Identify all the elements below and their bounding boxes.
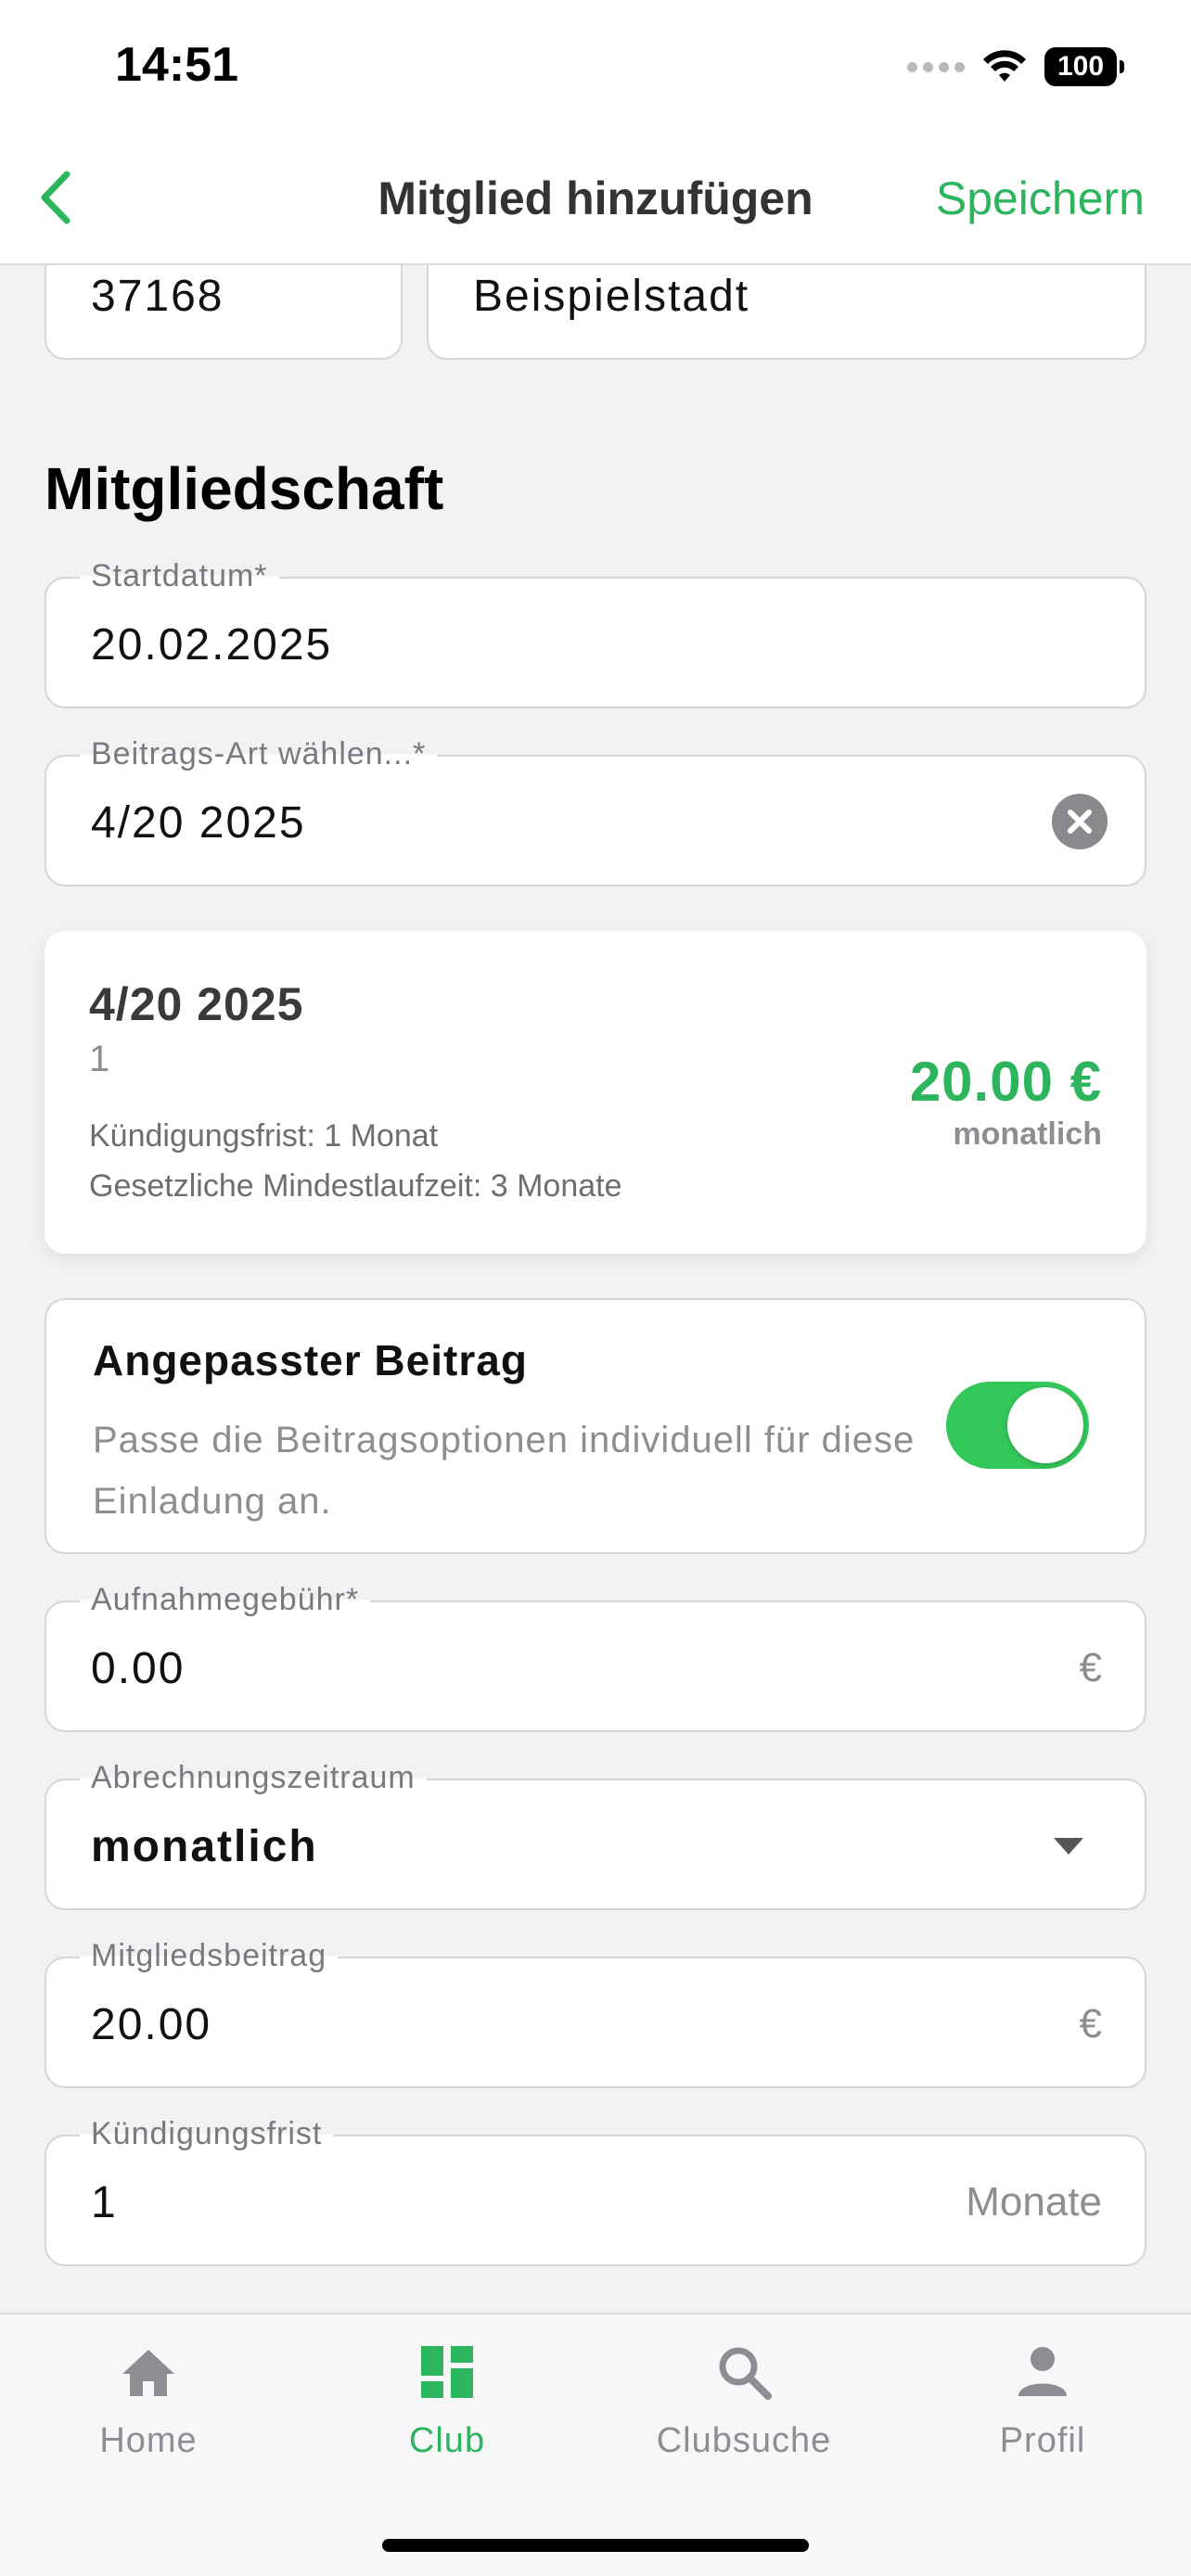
- dropdown-arrow-icon: [1054, 1838, 1083, 1855]
- tab-home-label: Home: [99, 2421, 198, 2460]
- fee-type-card: 4/20 2025 1 Kündigungsfrist: 1 Monat Ges…: [45, 931, 1146, 1254]
- fee-card-price: 20.00 €: [909, 1051, 1102, 1113]
- tab-profil-label: Profil: [999, 2421, 1086, 2460]
- notice-period-label: Kündigungsfrist: [80, 2116, 334, 2152]
- dashboard-icon: [421, 2346, 473, 2398]
- tab-clubsuche[interactable]: Clubsuche: [651, 2342, 837, 2461]
- home-icon: [122, 2350, 174, 2396]
- city-value: Beispielstadt: [473, 272, 750, 321]
- admission-fee-field[interactable]: Aufnahmegebühr* 0.00 €: [45, 1582, 1146, 1732]
- save-button[interactable]: Speichern: [936, 172, 1145, 225]
- home-indicator: [382, 2539, 809, 2552]
- notice-period-field[interactable]: Kündigungsfrist 1 Monate: [45, 2116, 1146, 2266]
- euro-suffix: €: [1079, 1645, 1102, 1690]
- fee-card-subtitle: 1: [89, 1039, 110, 1079]
- tab-clubsuche-label: Clubsuche: [656, 2421, 832, 2460]
- section-title-membership: Mitgliedschaft: [45, 455, 444, 522]
- notice-period-value: 1: [91, 2178, 118, 2227]
- fee-card-notice-period: Kündigungsfrist: 1 Monat: [89, 1118, 439, 1154]
- admission-fee-value: 0.00: [91, 1644, 186, 1693]
- billing-period-select[interactable]: Abrechnungszeitraum monatlich: [45, 1760, 1146, 1910]
- fee-card-title: 4/20 2025: [89, 978, 304, 1030]
- member-fee-value: 20.00: [91, 2000, 212, 2049]
- close-icon: [1068, 810, 1092, 834]
- toggle-knob: [1007, 1387, 1083, 1463]
- status-time: 14:51: [115, 38, 238, 92]
- tab-bar: Home Club Clubsuche Profil: [0, 2313, 1191, 2576]
- member-fee-label: Mitgliedsbeitrag: [80, 1938, 339, 1974]
- tab-club[interactable]: Club: [354, 2342, 540, 2461]
- admission-fee-label: Aufnahmegebühr*: [80, 1582, 371, 1618]
- fee-type-field[interactable]: Beitrags-Art wählen...* 4/20 2025: [45, 736, 1146, 886]
- tab-home[interactable]: Home: [56, 2342, 241, 2461]
- search-icon: [719, 2347, 772, 2400]
- battery-icon: 100: [1044, 47, 1124, 86]
- cellular-signal-icon: [907, 61, 965, 72]
- custom-fee-card: Angepasster Beitrag Passe die Beitragsop…: [45, 1298, 1146, 1554]
- start-date-label: Startdatum*: [80, 558, 279, 594]
- clear-button[interactable]: [1052, 794, 1108, 849]
- member-fee-field[interactable]: Mitgliedsbeitrag 20.00 €: [45, 1938, 1146, 2088]
- start-date-value: 20.02.2025: [91, 620, 333, 670]
- months-suffix: Monate: [966, 2179, 1102, 2225]
- start-date-field[interactable]: Startdatum* 20.02.2025: [45, 558, 1146, 708]
- tab-club-label: Club: [408, 2421, 486, 2460]
- fee-card-period: monatlich: [953, 1116, 1102, 1152]
- fee-type-value: 4/20 2025: [91, 798, 306, 848]
- custom-fee-title: Angepasster Beitrag: [93, 1336, 528, 1384]
- billing-period-label: Abrechnungszeitraum: [80, 1760, 427, 1796]
- custom-fee-description: Passe die Beitragsoptionen individuell f…: [93, 1420, 916, 1522]
- zip-value: 37168: [91, 272, 224, 321]
- fee-card-min-term: Gesetzliche Mindestlaufzeit: 3 Monate: [89, 1168, 622, 1204]
- tab-profil[interactable]: Profil: [950, 2342, 1135, 2461]
- custom-fee-toggle[interactable]: [946, 1382, 1089, 1469]
- euro-suffix: €: [1079, 2001, 1102, 2047]
- status-icons: 100: [907, 43, 1124, 91]
- wifi-icon: [983, 50, 1026, 82]
- fee-type-label: Beitrags-Art wählen...*: [80, 736, 438, 772]
- person-icon: [1018, 2347, 1067, 2396]
- status-bar: 14:51 100: [0, 0, 1191, 139]
- billing-period-value: monatlich: [91, 1822, 318, 1871]
